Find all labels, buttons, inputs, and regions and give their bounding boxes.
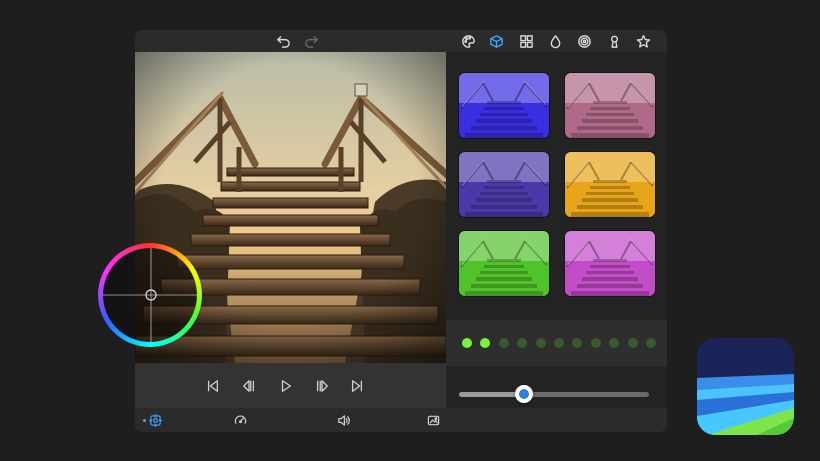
skip-end-button[interactable] [347,377,367,395]
tool-drop-button[interactable] [545,32,565,50]
intensity-dot[interactable] [480,338,491,348]
editor-window [135,30,667,432]
step-forward-button[interactable] [312,377,332,395]
intensity-slider[interactable] [459,385,649,403]
filter-thumbnail [459,231,549,296]
volume-icon [337,414,350,426]
step-back-icon [243,380,255,392]
intensity-dot[interactable] [609,338,620,348]
step-back-button[interactable] [239,377,259,395]
intensity-dot[interactable] [554,338,564,348]
grid-icon [519,34,533,48]
skip-start-icon [207,380,219,392]
filter-thumbnail [459,152,549,217]
intensity-dot[interactable] [590,338,601,348]
drop-icon [550,34,560,48]
filter-image-icon [427,415,439,425]
undo-icon [276,35,290,48]
intensity-dot[interactable] [535,338,546,348]
redo-icon [304,35,318,48]
slider-knob[interactable] [514,385,533,403]
redo-button[interactable] [301,32,321,50]
bottom-toolbar [135,408,667,432]
intensity-presets [446,320,667,366]
play-icon [281,380,292,392]
filter-amber[interactable] [565,152,655,217]
skip-end-icon [351,380,363,392]
intensity-dot[interactable] [517,338,528,348]
tool-spiral-button[interactable] [574,32,594,50]
undo-button[interactable] [273,32,293,50]
intensity-dot[interactable] [572,338,583,348]
tool-star-button[interactable] [633,32,653,50]
color-wheel[interactable] [97,242,203,348]
volume-button[interactable] [334,412,352,428]
filter-indigo[interactable] [459,73,549,138]
filter-thumbnail [565,231,655,296]
tool-grid-button[interactable] [516,32,536,50]
filter-thumbnail [565,152,655,217]
tool-cube-button[interactable] [486,32,506,50]
tool-palette-button[interactable] [458,32,478,50]
speed-button[interactable] [231,412,249,428]
transport-bar [135,363,446,408]
filter-image-button[interactable] [424,412,442,428]
step-forward-icon [316,380,328,392]
filter-green[interactable] [459,231,549,296]
top-toolbar [135,30,667,52]
app-logo-icon [697,338,794,435]
intensity-dot[interactable] [462,338,472,348]
cube-icon [489,34,503,48]
skip-start-button[interactable] [203,377,223,395]
star-icon [636,34,650,48]
keyhole-icon [610,35,618,48]
filter-violet-duo[interactable] [459,152,549,217]
adjust-icon [148,413,162,427]
filter-rose[interactable] [565,73,655,138]
tool-keyhole-button[interactable] [604,32,624,50]
palette-icon [461,34,475,48]
adjust-button[interactable] [146,412,164,428]
filter-panel [446,52,667,408]
color-wheel-graphic [97,242,203,348]
filter-magenta[interactable] [565,231,655,296]
play-button[interactable] [276,377,296,395]
intensity-dot[interactable] [627,338,638,348]
spiral-icon [577,34,591,48]
intensity-dot[interactable] [498,338,509,348]
slider-fill [459,392,524,397]
intensity-dot[interactable] [646,338,656,348]
filter-thumbnail [459,73,549,138]
filter-thumbnail [565,73,655,138]
speed-icon [234,415,246,424]
